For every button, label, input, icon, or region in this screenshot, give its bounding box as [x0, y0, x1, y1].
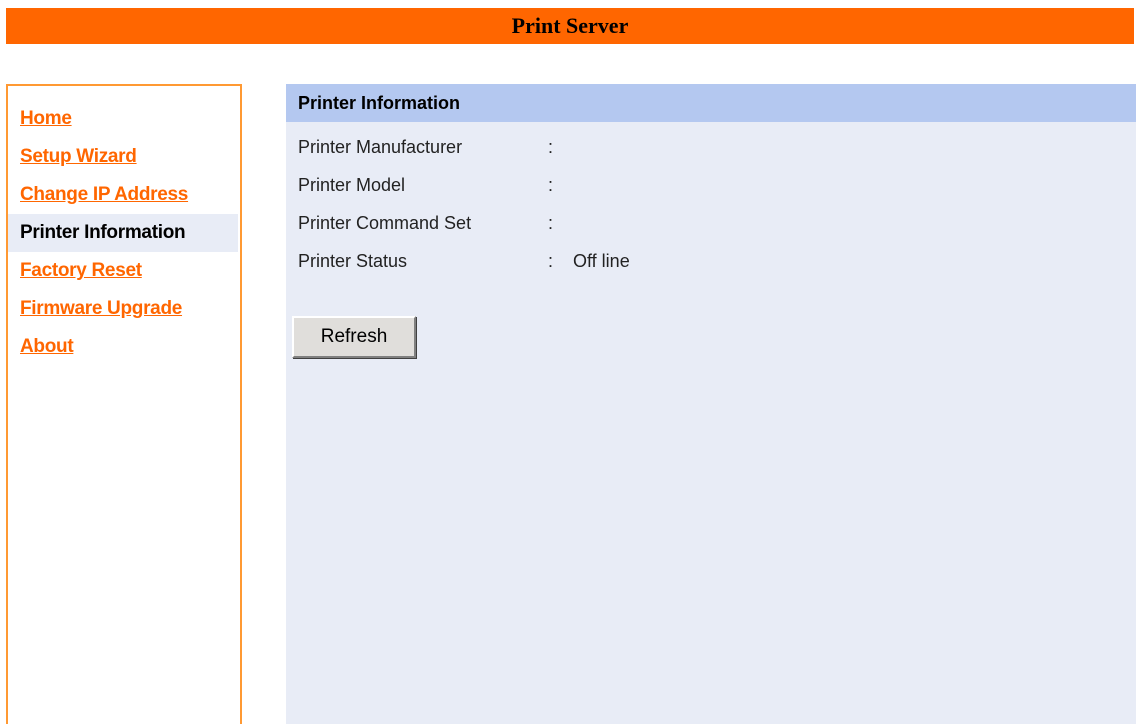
sidebar-item-home[interactable]: Home — [8, 100, 238, 138]
info-separator: : — [548, 137, 554, 157]
page-header: Print Server — [6, 8, 1134, 44]
printer-status-value: Off line — [573, 251, 630, 271]
info-separator: : — [548, 251, 554, 271]
main-content: Printer Information Printer Manufacturer… — [286, 84, 1136, 724]
header-title: Print Server — [511, 13, 629, 38]
info-label: Printer Manufacturer — [298, 137, 463, 157]
printer-info-table: Printer Manufacturer : Printer Model : P… — [298, 128, 1136, 280]
sidebar-item-firmware-upgrade[interactable]: Firmware Upgrade — [8, 290, 238, 328]
info-label: Printer Command Set — [298, 213, 472, 233]
sidebar-item-setup-wizard[interactable]: Setup Wizard — [8, 138, 238, 176]
info-row-model: Printer Model : — [298, 166, 1136, 204]
info-row-manufacturer: Printer Manufacturer : — [298, 128, 1136, 166]
info-label: Printer Status — [298, 251, 408, 271]
info-separator: : — [548, 175, 554, 195]
sidebar-item-change-ip-address[interactable]: Change IP Address — [8, 176, 238, 214]
sidebar-item-about[interactable]: About — [8, 328, 238, 366]
info-row-command-set: Printer Command Set : — [298, 204, 1136, 242]
sidebar-item-factory-reset[interactable]: Factory Reset — [8, 252, 238, 290]
info-row-status: Printer Status : Off line — [298, 242, 1136, 280]
sidebar-nav: Home Setup Wizard Change IP Address Prin… — [6, 84, 242, 724]
info-separator: : — [548, 213, 554, 233]
sidebar-item-printer-information[interactable]: Printer Information — [8, 214, 238, 252]
refresh-button[interactable]: Refresh — [292, 316, 416, 358]
section-title: Printer Information — [286, 84, 1136, 122]
info-label: Printer Model — [298, 175, 406, 195]
